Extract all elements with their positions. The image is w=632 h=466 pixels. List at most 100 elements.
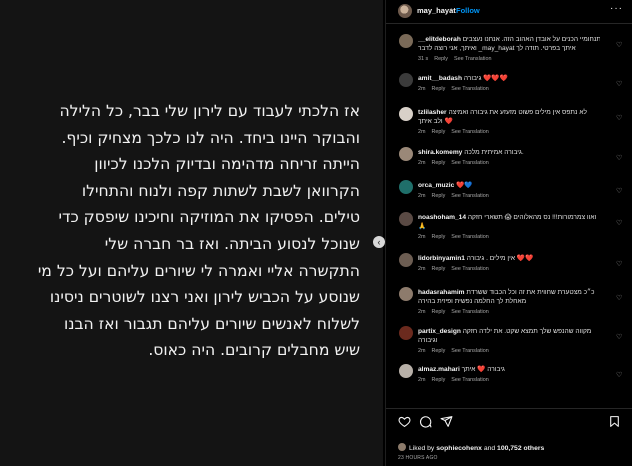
comment-time: 2m xyxy=(418,193,426,199)
likes-count[interactable]: 100,752 others xyxy=(497,445,544,452)
see-translation-button[interactable]: See Translation xyxy=(451,160,488,166)
see-translation-button[interactable]: See Translation xyxy=(451,234,488,240)
comment-time: 2m xyxy=(418,348,426,354)
comment-body: almaz.mahari גיבורה ❤️ איתך 2m Reply See Tr… xyxy=(418,365,600,383)
comment-like-heart-icon[interactable]: ♡ xyxy=(616,334,624,342)
reply-button[interactable]: Reply xyxy=(432,86,446,92)
reply-button[interactable]: Reply xyxy=(432,193,446,199)
follow-button[interactable]: Follow xyxy=(456,6,480,15)
comment-like-heart-icon[interactable]: ♡ xyxy=(616,115,624,123)
comment-username[interactable]: amit__badash xyxy=(418,75,462,82)
comment-meta: 2m Reply See Translation xyxy=(418,193,600,199)
comment-text: מקווה שהנפש שלך תמצא שקט. את ילדה חזקה xyxy=(462,328,592,335)
see-translation-button[interactable]: See Translation xyxy=(454,56,491,62)
comment-line: hadasrahamim כ״כ מצטערת שחווית את זה וכל… xyxy=(418,288,600,297)
comment-body: orca_muzic ❤️💙 2m Reply See Translation xyxy=(418,181,600,199)
see-translation-button[interactable]: See Translation xyxy=(451,129,488,135)
comment-username[interactable]: tzlilasher xyxy=(418,109,447,116)
comment-username[interactable]: hadasrahamim xyxy=(418,289,465,296)
comment-meta: 31 s Reply See Translation xyxy=(418,56,600,62)
reply-button[interactable]: Reply xyxy=(432,129,446,135)
comment-text: ❤️💙 xyxy=(456,182,473,189)
comment-line: noashoham_14 ואוו צמרמורות!!! נס מהאלוהי… xyxy=(418,213,600,222)
comment-text-line2: ואיתך, אני רוצה לדבר _may_hayat איתך בפר… xyxy=(418,45,576,52)
comment-like-heart-icon[interactable]: ♡ xyxy=(616,42,624,50)
comment-time: 2m xyxy=(418,160,426,166)
comment-line: amit__badash גיבורה ❤️❤️❤️ xyxy=(418,74,600,83)
bookmark-icon[interactable] xyxy=(608,415,621,428)
comment-meta: 2m Reply See Translation xyxy=(418,234,600,240)
comment-body: amit__badash גיבורה ❤️❤️❤️ 2m Reply See Tra… xyxy=(418,74,600,92)
see-translation-button[interactable]: See Translation xyxy=(451,309,488,315)
liked-by-user[interactable]: sophiecohenx xyxy=(436,445,482,452)
comment-meta: 2m Reply See Translation xyxy=(418,309,600,315)
comment-like-heart-icon[interactable]: ♡ xyxy=(616,81,624,89)
comment-meta: 2m Reply See Translation xyxy=(418,348,600,354)
comment-username[interactable]: orca_muzic xyxy=(418,182,454,189)
comment-text: גיבורה ❤️❤️❤️ xyxy=(463,75,508,82)
reply-button[interactable]: Reply xyxy=(432,309,446,315)
comment-body: lidorbinyamin1 אין מילים . גיבורה ❤️❤️ 2m… xyxy=(418,254,600,272)
post-caption-text: אז הלכתי לעבוד עם לירון שלי בבר, כל הליל… xyxy=(37,102,360,360)
comment-meta: 2m Reply See Translation xyxy=(418,86,600,92)
comment-line: almaz.mahari גיבורה ❤️ איתך xyxy=(418,365,600,374)
commenter-avatar[interactable] xyxy=(399,212,413,226)
reply-button[interactable]: Reply xyxy=(432,234,446,240)
comment-username[interactable]: almaz.mahari xyxy=(418,366,460,373)
see-translation-button[interactable]: See Translation xyxy=(451,86,488,92)
comment-text: לא נתפס אין מילים פשוט מזעזע את גיבורה ו… xyxy=(448,109,587,116)
commenter-avatar[interactable] xyxy=(399,326,413,340)
comment-username[interactable]: lidorbinyamin1 xyxy=(418,255,465,262)
post-header: may_hayat • Follow ··· xyxy=(386,0,632,24)
comment-text: אין מילים . גיבורה ❤️❤️ xyxy=(466,255,534,262)
comment-body: hadasrahamim כ״כ מצטערת שחווית את זה וכל… xyxy=(418,288,600,315)
commenter-avatar[interactable] xyxy=(399,180,413,194)
comment-like-heart-icon[interactable]: ♡ xyxy=(616,261,624,269)
commenter-avatar[interactable] xyxy=(399,253,413,267)
comment-like-heart-icon[interactable]: ♡ xyxy=(616,220,624,228)
comment-username[interactable]: shira.komemy xyxy=(418,149,462,156)
commenter-avatar[interactable] xyxy=(399,73,413,87)
post-timestamp: 23 HOURS AGO xyxy=(398,455,438,461)
comment-like-heart-icon[interactable]: ♡ xyxy=(616,295,624,303)
see-translation-button[interactable]: See Translation xyxy=(451,193,488,199)
commenter-avatar[interactable] xyxy=(399,34,413,48)
comment-like-heart-icon[interactable]: ♡ xyxy=(616,155,624,163)
comment-text: כ״כ מצטערת שחווית את זה וכל הכבוד ששרדת xyxy=(466,289,595,296)
carousel-prev-button[interactable]: ‹ xyxy=(373,236,385,248)
comment-text: גיבורה ❤️ איתך xyxy=(461,366,505,373)
see-translation-button[interactable]: See Translation xyxy=(451,348,488,354)
comment-like-heart-icon[interactable]: ♡ xyxy=(616,372,624,380)
comment-time: 2m xyxy=(418,234,426,240)
commenter-avatar[interactable] xyxy=(399,287,413,301)
comment-meta: 2m Reply See Translation xyxy=(418,377,600,383)
comment-like-heart-icon[interactable]: ♡ xyxy=(616,188,624,196)
reply-button[interactable]: Reply xyxy=(432,160,446,166)
commenter-avatar[interactable] xyxy=(399,364,413,378)
comments-panel: may_hayat • Follow ··· __elitdeborah תנח… xyxy=(385,0,632,466)
comment-text: גיבורה אמיתית מלכה. xyxy=(464,149,524,156)
comment-username[interactable]: noashoham_14 xyxy=(418,214,466,221)
share-icon[interactable] xyxy=(440,415,453,428)
heart-icon[interactable] xyxy=(398,415,411,428)
comment-line: tzlilasher לא נתפס אין מילים פשוט מזעזע … xyxy=(418,108,600,117)
commenter-avatar[interactable] xyxy=(399,107,413,121)
see-translation-button[interactable]: See Translation xyxy=(451,266,488,272)
reply-button[interactable]: Reply xyxy=(432,266,446,272)
comment-text-line2: 🙏 xyxy=(418,223,427,230)
comment-icon[interactable] xyxy=(419,415,432,428)
more-options-icon[interactable]: ··· xyxy=(610,3,623,14)
reply-button[interactable]: Reply xyxy=(434,56,448,62)
comment-username[interactable]: partix_design xyxy=(418,328,461,335)
reply-button[interactable]: Reply xyxy=(432,377,446,383)
comment-body: partix_design מקווה שהנפש שלך תמצא שקט. … xyxy=(418,327,600,354)
commenter-avatar[interactable] xyxy=(399,147,413,161)
comment-time: 2m xyxy=(418,309,426,315)
comment-username[interactable]: __elitdeborah xyxy=(418,36,461,43)
comment-time: 2m xyxy=(418,129,426,135)
comment-time: 2m xyxy=(418,86,426,92)
owner-avatar[interactable] xyxy=(398,4,412,18)
see-translation-button[interactable]: See Translation xyxy=(451,377,488,383)
likes-summary[interactable]: Liked by sophiecohenx and 100,752 others xyxy=(398,443,544,452)
reply-button[interactable]: Reply xyxy=(432,348,446,354)
